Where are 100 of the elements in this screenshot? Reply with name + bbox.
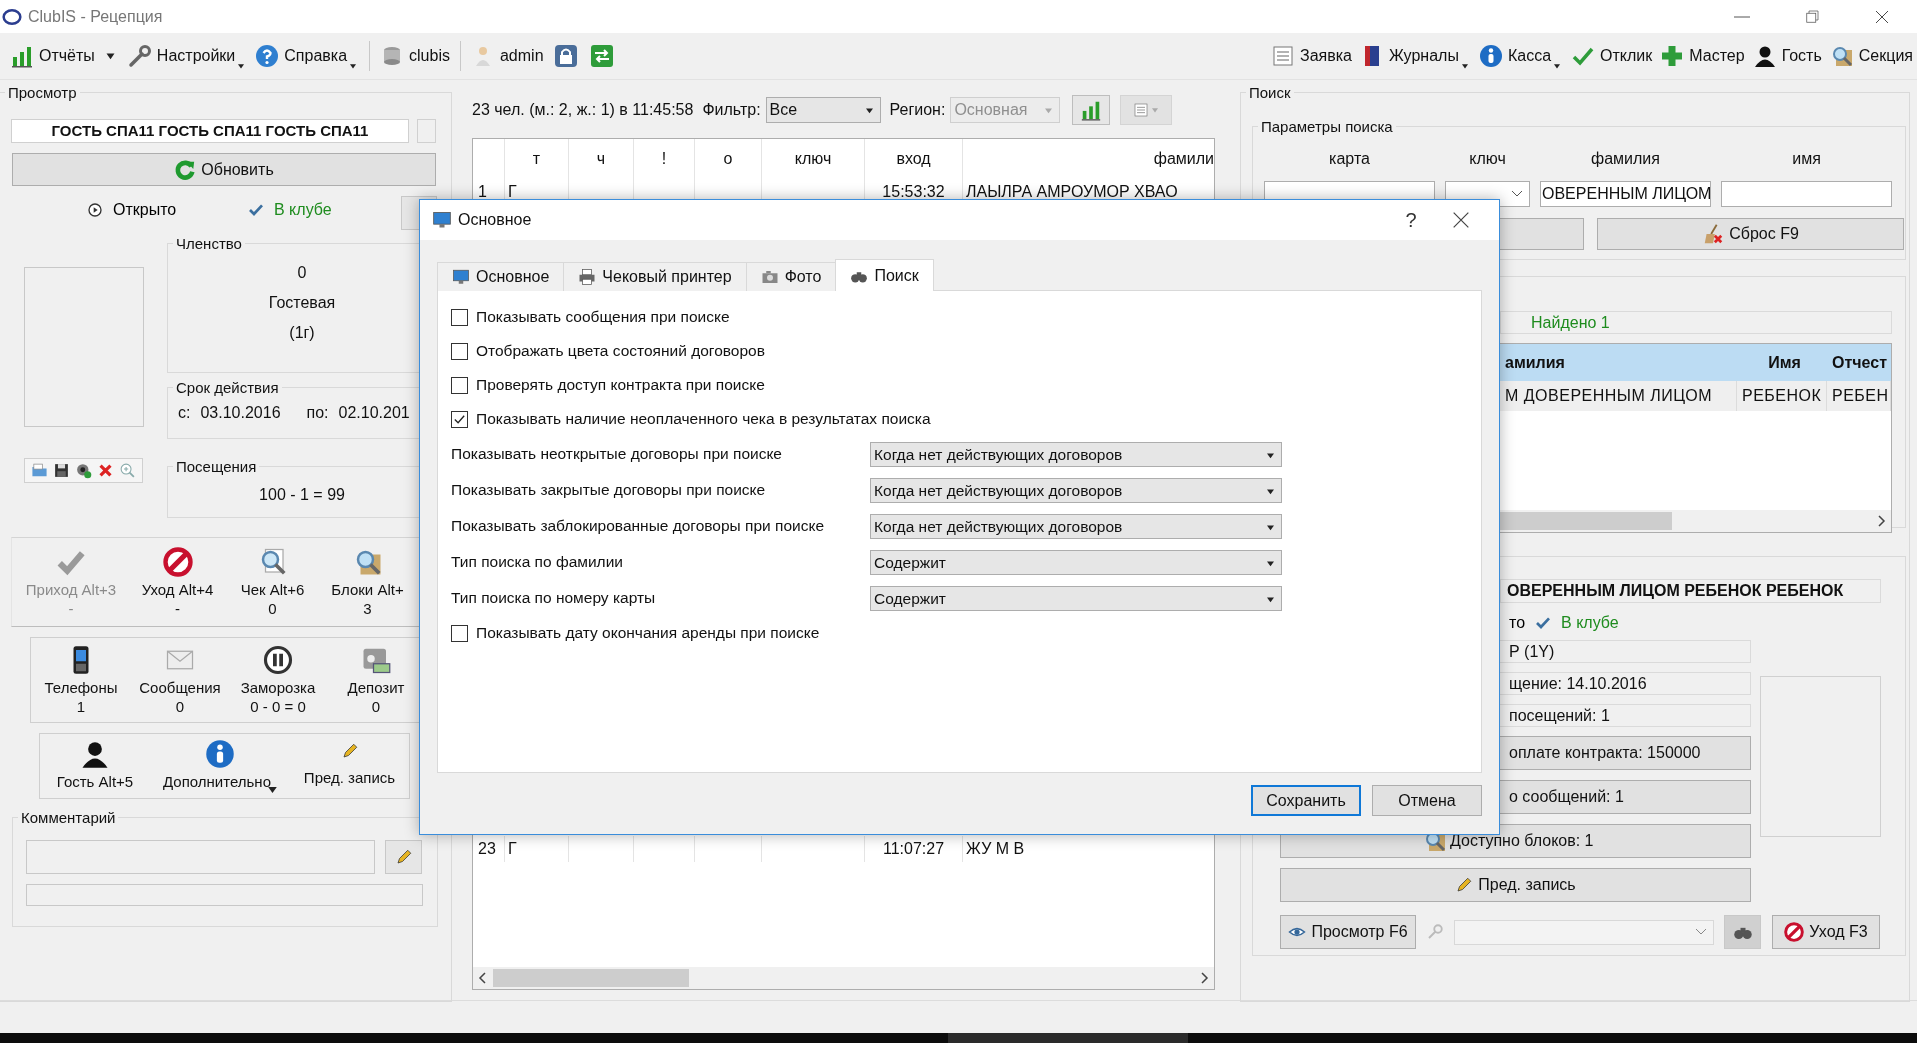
option-label: Показывать сообщения при поиске xyxy=(476,308,730,326)
export-button[interactable] xyxy=(1120,95,1173,125)
broom-icon xyxy=(1702,223,1725,245)
scroll-left-icon[interactable] xyxy=(478,972,486,984)
tab[interactable]: Основное xyxy=(437,262,565,291)
caret-icon[interactable] xyxy=(1553,63,1562,69)
dialog-button[interactable]: Сохранить xyxy=(1251,785,1361,816)
option-label: Показывать дату окончания аренды при поиске xyxy=(476,624,820,642)
column-header[interactable]: амилия xyxy=(1500,344,1737,381)
checkbox[interactable] xyxy=(451,376,468,394)
action-button[interactable]: Блоки Alt+ 3 xyxy=(320,538,415,626)
column-header[interactable]: т xyxy=(505,139,569,179)
extra-button[interactable]: Дополнительно xyxy=(150,734,290,798)
toolbar-button[interactable]: Журналы xyxy=(1356,39,1463,73)
horizontal-scrollbar[interactable] xyxy=(1500,510,1891,532)
option-select[interactable]: Когда нет действующих договоров xyxy=(870,477,1282,503)
column-header[interactable]: Имя xyxy=(1737,344,1827,381)
action-button[interactable]: Уход Alt+4 - xyxy=(130,538,225,626)
search-field[interactable]: ОВЕРЕННЫМ ЛИЦОМ xyxy=(1540,181,1711,207)
search-field[interactable] xyxy=(1721,181,1892,207)
toolbar-button[interactable]: Отчёты xyxy=(6,39,99,73)
info-button[interactable]: Телефоны 1 xyxy=(31,638,131,722)
toolbar-button[interactable]: Касса xyxy=(1474,39,1556,73)
extra-button[interactable]: Гость Alt+5 xyxy=(40,734,150,798)
option-label: Отображать цвета состояний договоров xyxy=(476,342,765,360)
option-label: Проверять доступ контракта при поиске xyxy=(476,376,765,394)
guest-name-field: ГОСТЬ СПА11 ГОСТЬ СПА11 ГОСТЬ СПА11 xyxy=(11,119,409,143)
caret-icon xyxy=(1266,559,1275,567)
field-label: фамилия xyxy=(1590,149,1661,169)
column-header[interactable]: фамили xyxy=(963,139,1214,179)
help-button[interactable]: ? xyxy=(1391,200,1431,240)
caret-icon[interactable] xyxy=(237,63,246,69)
refresh-button[interactable]: Обновить xyxy=(12,153,436,186)
column-header[interactable]: ч xyxy=(569,139,634,179)
horizontal-scrollbar[interactable] xyxy=(473,967,1214,989)
checkbox[interactable] xyxy=(451,308,468,326)
ring-icon xyxy=(2,6,22,27)
toolbar-button[interactable]: admin xyxy=(466,39,548,73)
tab[interactable]: Фото xyxy=(745,262,837,291)
option-select[interactable]: Когда нет действующих договоров xyxy=(870,441,1282,467)
toolbar-button[interactable]: Секция xyxy=(1825,39,1917,73)
toolbar-button[interactable]: Мастер xyxy=(1656,39,1749,73)
checkbox[interactable] xyxy=(451,624,468,642)
save-icon xyxy=(53,462,71,479)
scroll-right-icon[interactable] xyxy=(1878,515,1886,527)
comment-line-field[interactable] xyxy=(26,884,423,906)
group-title: Членство xyxy=(175,235,243,252)
option-label: Тип поиска по фамилии xyxy=(451,553,624,571)
leave-button[interactable]: Уход F3 xyxy=(1772,915,1880,949)
scroll-right-icon[interactable] xyxy=(1201,972,1209,984)
folder-icon xyxy=(31,462,49,479)
caret-icon xyxy=(1266,487,1275,495)
toolbar-button[interactable]: Гость xyxy=(1748,39,1826,73)
column-header[interactable]: вход xyxy=(865,139,963,179)
binoculars-button[interactable] xyxy=(1724,915,1761,949)
comment-field[interactable] xyxy=(26,840,375,874)
caret-icon[interactable] xyxy=(104,52,116,60)
bar-chart-icon xyxy=(10,44,34,68)
card-button[interactable]: Пред. запись xyxy=(1280,868,1751,902)
info-person-icon xyxy=(205,739,235,769)
column-header[interactable]: ! xyxy=(634,139,695,179)
column-header[interactable]: о xyxy=(695,139,762,179)
filter-select[interactable]: Все xyxy=(765,97,881,123)
toolbar-button[interactable]: Отклик xyxy=(1567,39,1657,73)
no-entry-icon xyxy=(1784,922,1805,942)
extra-button[interactable]: Пред. запись xyxy=(290,734,409,798)
option-select[interactable]: Когда нет действующих договоров xyxy=(870,513,1282,539)
caret-icon xyxy=(1266,451,1275,459)
column-header[interactable]: ключ xyxy=(762,139,865,179)
status-label: Открыто xyxy=(113,201,177,219)
visits-text: 100 - 1 = 99 xyxy=(258,485,346,505)
caret-icon xyxy=(1266,595,1275,603)
info-button[interactable]: Заморозка 0 - 0 = 0 xyxy=(229,638,327,722)
caret-icon[interactable] xyxy=(349,63,358,69)
tab[interactable]: Чековый принтер xyxy=(563,262,747,291)
field-label: ключ xyxy=(1468,149,1507,169)
report-button[interactable] xyxy=(1072,95,1111,125)
view-button[interactable]: Просмотр F6 xyxy=(1280,915,1416,949)
toolbar-button[interactable]: clubis xyxy=(376,39,454,73)
edit-button[interactable] xyxy=(385,840,422,874)
checkbox[interactable] xyxy=(451,410,468,428)
membership-text: (1г) xyxy=(288,323,316,343)
option-select[interactable]: Содержит xyxy=(870,585,1282,611)
checkbox[interactable] xyxy=(451,342,468,360)
camera-icon xyxy=(760,268,779,286)
pause-icon xyxy=(263,645,293,675)
toolbar-button[interactable]: Настройки xyxy=(123,39,240,73)
tab[interactable]: Поиск xyxy=(835,259,934,291)
option-select[interactable]: Содержит xyxy=(870,549,1282,575)
wrench-icon xyxy=(127,44,152,68)
reset-button[interactable]: Сброс F9 xyxy=(1597,218,1904,250)
column-header[interactable]: Отчест xyxy=(1827,344,1891,381)
region-label: Регион: xyxy=(889,101,946,119)
toolbar-button[interactable]: Справка xyxy=(251,39,352,73)
caret-icon[interactable] xyxy=(1460,63,1469,69)
dialog-button[interactable]: Отмена xyxy=(1372,785,1482,816)
action-button[interactable]: Чек Alt+6 0 xyxy=(225,538,320,626)
toolbar-button[interactable]: Заявка xyxy=(1267,39,1356,73)
play-icon xyxy=(87,202,103,218)
info-button[interactable]: Сообщения 0 xyxy=(131,638,229,722)
